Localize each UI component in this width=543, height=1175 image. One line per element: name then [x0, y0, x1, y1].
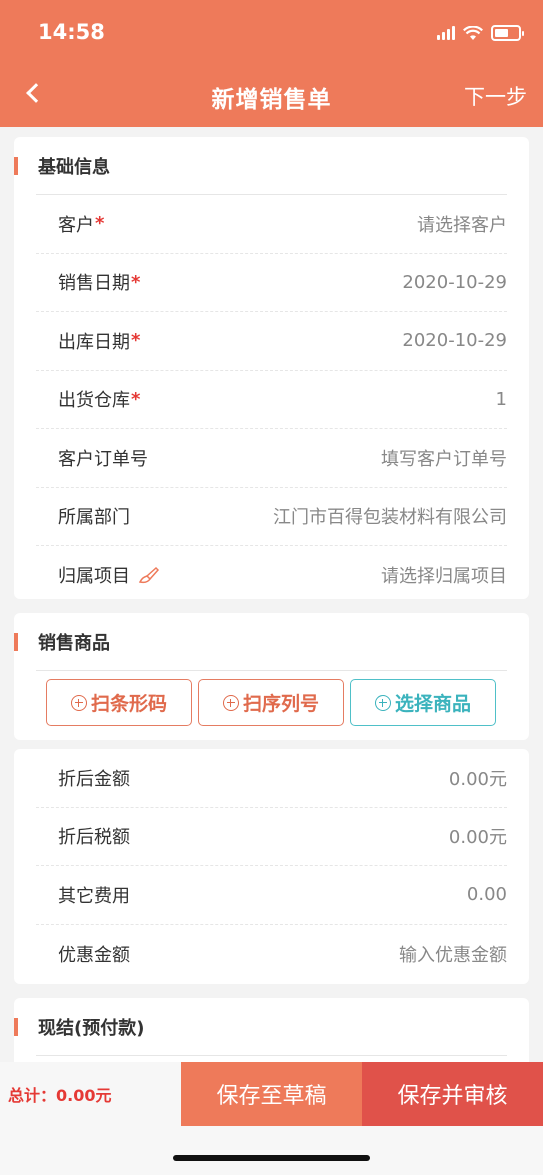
discounted-tax-value: 0.00元	[448, 827, 507, 849]
outbound-date-row[interactable]: 出库日期 * 2020-10-29	[36, 312, 507, 371]
bottom-action-bar: 总计：0.00元 保存至草稿 保存并审核	[0, 1062, 543, 1126]
select-product-button[interactable]: 选择商品	[350, 679, 496, 726]
discounted-amount-label: 折后金额	[58, 768, 130, 790]
section-title-settlement: 现结(预付款)	[14, 998, 529, 1055]
required-mark: *	[95, 213, 105, 235]
scan-barcode-button[interactable]: 扫条形码	[46, 679, 192, 726]
department-row[interactable]: 所属部门 江门市百得包装材料有限公司	[36, 488, 507, 546]
department-value: 江门市百得包装材料有限公司	[273, 507, 507, 529]
plus-circle-icon	[70, 694, 87, 711]
discount-amount-label: 优惠金额	[58, 944, 130, 966]
sale-date-row[interactable]: 销售日期 * 2020-10-29	[36, 254, 507, 312]
discounted-tax-row: 折后税额 0.00元	[36, 808, 507, 866]
home-indicator[interactable]	[173, 1155, 370, 1161]
other-fees-value: 0.00	[466, 884, 507, 906]
app-header: 14:58 新增销售单 下一步	[0, 0, 543, 127]
basic-info-card: 基础信息 客户 * 请选择客户 销售日期 * 2020-10-29 出库日期 * 20…	[14, 137, 529, 599]
other-fees-row[interactable]: 其它费用 0.00	[36, 866, 507, 925]
customer-order-label: 客户订单号	[58, 448, 148, 470]
status-bar: 14:58	[0, 0, 543, 64]
sale-date-label: 销售日期	[58, 273, 130, 295]
status-time: 14:58	[38, 20, 105, 44]
discount-amount-input[interactable]: 输入优惠金额	[399, 941, 507, 967]
amounts-card: 折后金额 0.00元 折后税额 0.00元 其它费用 0.00 优惠金额 输入优…	[14, 749, 529, 984]
customer-order-row[interactable]: 客户订单号 填写客户订单号	[36, 429, 507, 488]
project-row[interactable]: 归属项目 请选择归属项目	[36, 546, 507, 605]
brush-icon[interactable]	[138, 566, 160, 584]
required-mark: *	[131, 388, 141, 410]
discount-amount-row[interactable]: 优惠金额 输入优惠金额	[36, 925, 507, 984]
home-area	[0, 1126, 543, 1175]
plus-circle-icon	[374, 694, 391, 711]
project-label: 归属项目	[58, 566, 130, 588]
other-fees-label: 其它费用	[58, 885, 130, 907]
warehouse-value: 1	[495, 388, 507, 410]
signal-icon	[437, 26, 455, 40]
total-amount: 总计：0.00元	[0, 1062, 181, 1126]
required-mark: *	[131, 330, 141, 352]
select-product-label: 选择商品	[394, 693, 471, 715]
divider	[36, 1055, 507, 1056]
department-label: 所属部门	[58, 507, 130, 529]
customer-order-input[interactable]: 填写客户订单号	[381, 445, 507, 471]
page-title: 新增销售单	[211, 87, 332, 113]
nav-bar: 新增销售单 下一步	[0, 64, 543, 127]
customer-row[interactable]: 客户 * 请选择客户	[36, 195, 507, 254]
customer-value: 请选择客户	[417, 214, 507, 236]
save-draft-button[interactable]: 保存至草稿	[181, 1062, 362, 1126]
scan-barcode-label: 扫条形码	[90, 693, 167, 715]
section-title-basic-info: 基础信息	[14, 137, 529, 194]
warehouse-row[interactable]: 出货仓库 * 1	[36, 371, 507, 429]
plus-circle-icon	[222, 694, 239, 711]
wifi-icon	[463, 25, 483, 40]
scan-serial-button[interactable]: 扫序列号	[198, 679, 344, 726]
project-value: 请选择归属项目	[381, 566, 507, 588]
discounted-amount-value: 0.00元	[448, 768, 507, 790]
discounted-tax-label: 折后税额	[58, 827, 130, 849]
save-approve-button[interactable]: 保存并审核	[362, 1062, 543, 1126]
sale-date-value: 2020-10-29	[402, 271, 507, 293]
customer-label: 客户	[58, 214, 94, 236]
section-title-products: 销售商品	[14, 613, 529, 670]
product-button-group: 扫条形码 扫序列号 选择商品	[14, 671, 529, 741]
status-icons	[437, 24, 524, 42]
required-mark: *	[131, 271, 141, 293]
outbound-date-value: 2020-10-29	[402, 330, 507, 352]
battery-icon	[491, 25, 524, 41]
discounted-amount-row: 折后金额 0.00元	[36, 749, 507, 808]
next-step-button[interactable]: 下一步	[464, 81, 527, 111]
warehouse-label: 出货仓库	[58, 390, 130, 412]
outbound-date-label: 出库日期	[58, 331, 130, 353]
products-card: 销售商品 扫条形码 扫序列号 选择商品	[14, 613, 529, 740]
scan-serial-label: 扫序列号	[242, 693, 319, 715]
